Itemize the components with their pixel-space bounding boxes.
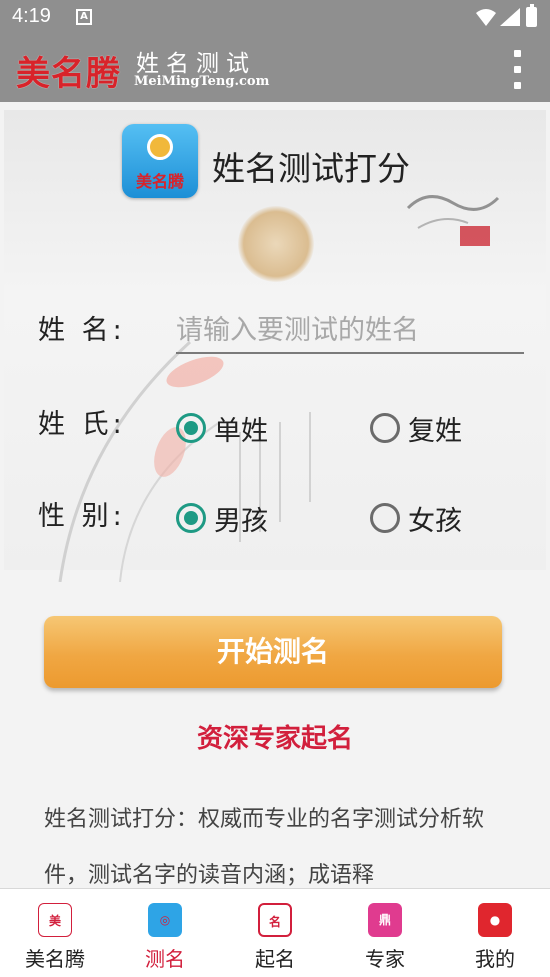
gender-label: 性 别: bbox=[38, 501, 126, 532]
status-bar: 4:19 A bbox=[0, 0, 550, 36]
radio-checked-icon bbox=[176, 413, 206, 443]
radio-compound-surname[interactable]: 复姓 bbox=[370, 408, 462, 448]
radio-unchecked-icon bbox=[370, 503, 400, 533]
name-label: 姓 名: bbox=[38, 315, 126, 346]
app-url: MeiMingTeng.com bbox=[134, 74, 270, 89]
tab-profile-label: 我的 bbox=[475, 947, 515, 971]
tab-test-name-label: 测名 bbox=[145, 947, 185, 971]
profile-icon: ● bbox=[478, 903, 512, 937]
brand-logo: 美名腾 bbox=[16, 54, 121, 94]
radio-girl[interactable]: 女孩 bbox=[370, 498, 462, 538]
give-name-icon: 名 bbox=[258, 903, 292, 937]
radio-girl-label: 女孩 bbox=[408, 505, 462, 537]
tab-give-name[interactable]: 名 起名 bbox=[220, 889, 330, 977]
description-text: 姓名测试打分：权威而专业的名字测试分析软件，测试名字的读音内涵；成语释 bbox=[44, 807, 485, 888]
tab-home[interactable]: 美 美名腾 bbox=[0, 889, 110, 977]
surname-label: 姓 氏: bbox=[38, 409, 126, 440]
notification-icon: A bbox=[76, 9, 92, 25]
signal-icon bbox=[500, 8, 520, 26]
name-input[interactable] bbox=[176, 308, 524, 354]
radio-compound-surname-label: 复姓 bbox=[408, 415, 462, 447]
app-bar: 美名腾 姓名测试 MeiMingTeng.com bbox=[0, 36, 550, 102]
tab-expert[interactable]: 鼎 专家 bbox=[330, 889, 440, 977]
app-title-icon: 美名腾 bbox=[122, 124, 198, 198]
radio-boy-label: 男孩 bbox=[214, 505, 268, 537]
battery-icon bbox=[526, 4, 537, 27]
decorative-swirl-icon bbox=[238, 206, 314, 282]
decorative-ink-painting-icon bbox=[406, 195, 500, 246]
tab-home-label: 美名腾 bbox=[25, 947, 85, 971]
tab-profile[interactable]: ● 我的 bbox=[440, 889, 550, 977]
magnifier-icon bbox=[147, 134, 173, 160]
wifi-icon bbox=[476, 9, 496, 26]
main-content: 美名腾 姓名测试打分 姓 名: 姓 氏: 单姓 复姓 性 别: 男孩 女孩 开始… bbox=[0, 102, 550, 888]
radio-checked-icon bbox=[176, 503, 206, 533]
start-test-button[interactable]: 开始测名 bbox=[44, 616, 502, 688]
tab-give-name-label: 起名 bbox=[255, 947, 295, 971]
radio-boy[interactable]: 男孩 bbox=[176, 498, 268, 538]
test-name-icon: ◎ bbox=[148, 903, 182, 937]
tab-expert-label: 专家 bbox=[365, 947, 405, 971]
title-icon-caption: 美名腾 bbox=[135, 172, 184, 191]
home-logo-icon: 美 bbox=[38, 903, 72, 937]
tab-test-name[interactable]: ◎ 测名 bbox=[110, 889, 220, 977]
expert-icon: 鼎 bbox=[368, 903, 402, 937]
page-title: 姓名测试打分 bbox=[212, 149, 410, 188]
radio-single-surname[interactable]: 单姓 bbox=[176, 408, 268, 448]
expert-naming-link[interactable]: 资深专家起名 bbox=[0, 718, 550, 755]
overflow-menu-icon[interactable] bbox=[506, 50, 530, 90]
radio-unchecked-icon bbox=[370, 413, 400, 443]
radio-single-surname-label: 单姓 bbox=[214, 415, 268, 447]
status-time: 4:19 bbox=[12, 5, 51, 27]
app-name: 姓名测试 bbox=[136, 51, 256, 77]
bottom-tab-bar: 美 美名腾 ◎ 测名 名 起名 鼎 专家 ● 我的 bbox=[0, 888, 550, 977]
